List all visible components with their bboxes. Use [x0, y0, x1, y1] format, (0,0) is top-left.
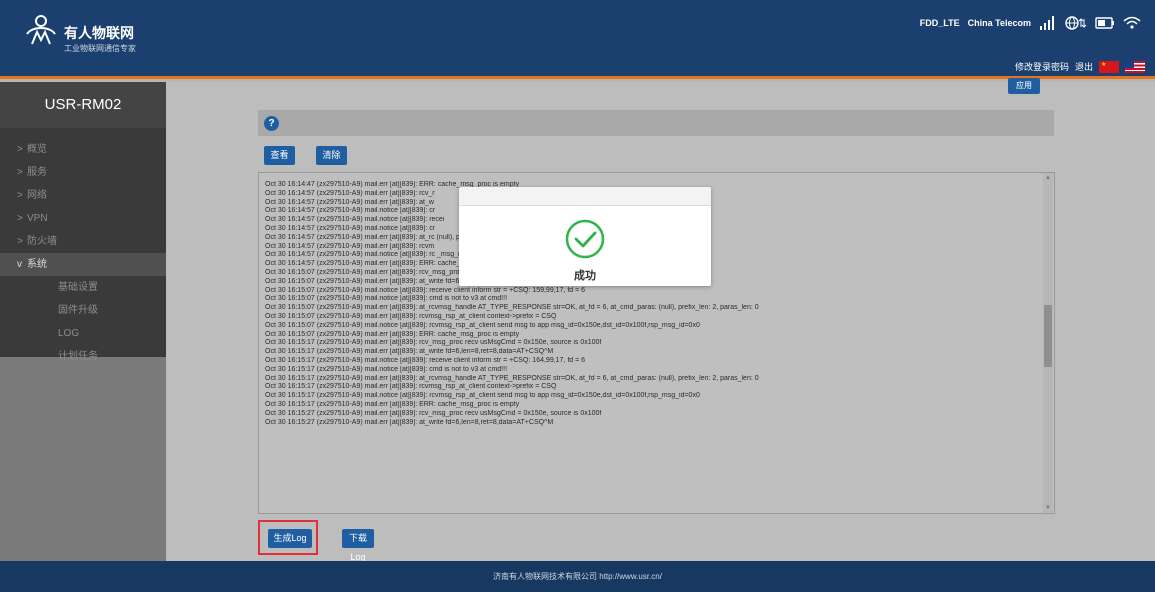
sidebar: USR-RM02 > 概览 > 服务 > 网络 > VPN > 防火墙 v 系统 基础设置 …: [0, 82, 166, 561]
status-area: FDD_LTE China Telecom: [920, 16, 1141, 30]
sidebar-item-vpn[interactable]: > VPN: [0, 207, 166, 230]
submenu-item-scheduled-tasks[interactable]: 计划任务: [0, 345, 166, 368]
success-dialog: 成功: [459, 187, 711, 286]
log-line: Oct 30 16:15:07 (zx297510-A9) mail.err […: [265, 304, 759, 312]
sidebar-item-label: 网络: [27, 190, 47, 201]
chevron-right-icon: >: [17, 213, 23, 224]
brand-name: 有人物联网: [64, 25, 134, 41]
chinese-flag-icon[interactable]: [1099, 60, 1119, 73]
sidebar-menu: > 概览 > 服务 > 网络 > VPN > 防火墙 v 系统 基础设置 固件升级 LOG …: [0, 138, 166, 368]
log-line: Oct 30 16:15:17 (zx297510-A9) mail.notic…: [265, 365, 508, 373]
carrier-name: China Telecom: [967, 18, 1031, 28]
sidebar-item-label: 系统: [27, 259, 47, 270]
sidebar-item-network[interactable]: > 网络: [0, 184, 166, 207]
log-line: Oct 30 16:15:07 (zx297510-A9) mail.notic…: [265, 286, 586, 294]
apply-button[interactable]: 应用: [1008, 78, 1040, 94]
log-line: Oct 30 16:15:17 (zx297510-A9) mail.notic…: [265, 356, 586, 364]
signal-strength-icon: [1039, 16, 1057, 30]
header-bar: 有人物联网 工业物联网通信专家 FDD_LTE China Telecom 修改…: [0, 0, 1155, 79]
chevron-right-icon: >: [17, 167, 23, 178]
usr-logo[interactable]: 有人物联网 工业物联网通信专家: [24, 14, 184, 64]
logo-icon: [26, 15, 56, 45]
chevron-right-icon: >: [17, 144, 23, 155]
log-line: Oct 30 16:15:07 (zx297510-A9) mail.err […: [265, 330, 520, 338]
sidebar-item-overview[interactable]: > 概览: [0, 138, 166, 161]
chevron-down-icon: v: [17, 259, 22, 270]
submenu-item-basic-settings[interactable]: 基础设置: [0, 276, 166, 299]
log-line: Oct 30 16:15:17 (zx297510-A9) mail.err […: [265, 383, 557, 391]
main-content: 应用 ? 查看 清除 Oct 30 16:14:47 (zx297510-A9)…: [166, 78, 1155, 562]
scroll-down-icon[interactable]: ▼: [1043, 503, 1053, 513]
log-line: Oct 30 16:15:07 (zx297510-A9) mail.notic…: [265, 295, 508, 303]
sidebar-item-services[interactable]: > 服务: [0, 161, 166, 184]
log-line: Oct 30 16:15:07 (zx297510-A9) mail.notic…: [265, 321, 700, 329]
log-scrollbar[interactable]: ▲ ▼: [1043, 173, 1053, 513]
sidebar-item-label: VPN: [27, 213, 48, 224]
battery-icon: [1095, 17, 1115, 29]
help-bar: ?: [258, 110, 1054, 136]
wifi-icon: [1123, 16, 1141, 30]
submenu-item-firmware-upgrade[interactable]: 固件升级: [0, 299, 166, 322]
account-links: 修改登录密码 退出: [1015, 60, 1145, 73]
brand-slogan: 工业物联网通信专家: [64, 44, 136, 53]
dialog-header: [459, 187, 711, 206]
scroll-thumb[interactable]: [1044, 305, 1052, 367]
chevron-right-icon: >: [17, 236, 23, 247]
sidebar-item-firewall[interactable]: > 防火墙: [0, 230, 166, 253]
sidebar-item-system[interactable]: v 系统: [0, 253, 166, 276]
sidebar-item-label: 防火墙: [27, 236, 57, 247]
network-type: FDD_LTE: [919, 18, 960, 28]
sidebar-item-label: 服务: [27, 167, 47, 178]
log-line: Oct 30 16:15:17 (zx297510-A9) mail.err […: [265, 400, 520, 408]
check-circle-icon: [565, 219, 605, 259]
footer: 济南有人物联网技术有限公司 http://www.usr.cn/: [0, 561, 1155, 592]
logout-link[interactable]: 退出: [1075, 60, 1093, 73]
log-line: Oct 30 16:15:17 (zx297510-A9) mail.err […: [265, 374, 759, 382]
chevron-right-icon: >: [17, 190, 23, 201]
dialog-message: 成功: [574, 270, 596, 282]
log-line: Oct 30 16:15:27 (zx297510-A9) mail.err […: [265, 409, 602, 417]
log-line: Oct 30 16:15:17 (zx297510-A9) mail.err […: [265, 348, 554, 356]
generate-log-button[interactable]: 生成Log: [268, 529, 312, 548]
change-password-link[interactable]: 修改登录密码: [1015, 60, 1069, 73]
english-flag-icon[interactable]: [1125, 60, 1145, 73]
log-line: Oct 30 16:15:17 (zx297510-A9) mail.err […: [265, 339, 602, 347]
download-log-button[interactable]: 下载Log: [342, 529, 374, 562]
log-line: Oct 30 16:15:17 (zx297510-A9) mail.notic…: [265, 392, 700, 400]
log-line: Oct 30 16:15:27 (zx297510-A9) mail.err […: [265, 418, 554, 426]
help-icon[interactable]: ?: [264, 116, 279, 131]
device-name: USR-RM02: [0, 82, 166, 128]
log-line: Oct 30 16:15:07 (zx297510-A9) mail.err […: [265, 312, 557, 320]
sidebar-item-label: 概览: [27, 144, 47, 155]
sidebar-menu-area: USR-RM02 > 概览 > 服务 > 网络 > VPN > 防火墙 v 系统 基础设置 …: [0, 82, 166, 362]
scroll-up-icon[interactable]: ▲: [1043, 173, 1053, 183]
clear-button[interactable]: 清除: [316, 146, 347, 165]
view-button[interactable]: 查看: [264, 146, 295, 165]
submenu-item-log[interactable]: LOG: [0, 322, 166, 345]
globe-data-icon: [1065, 16, 1087, 30]
